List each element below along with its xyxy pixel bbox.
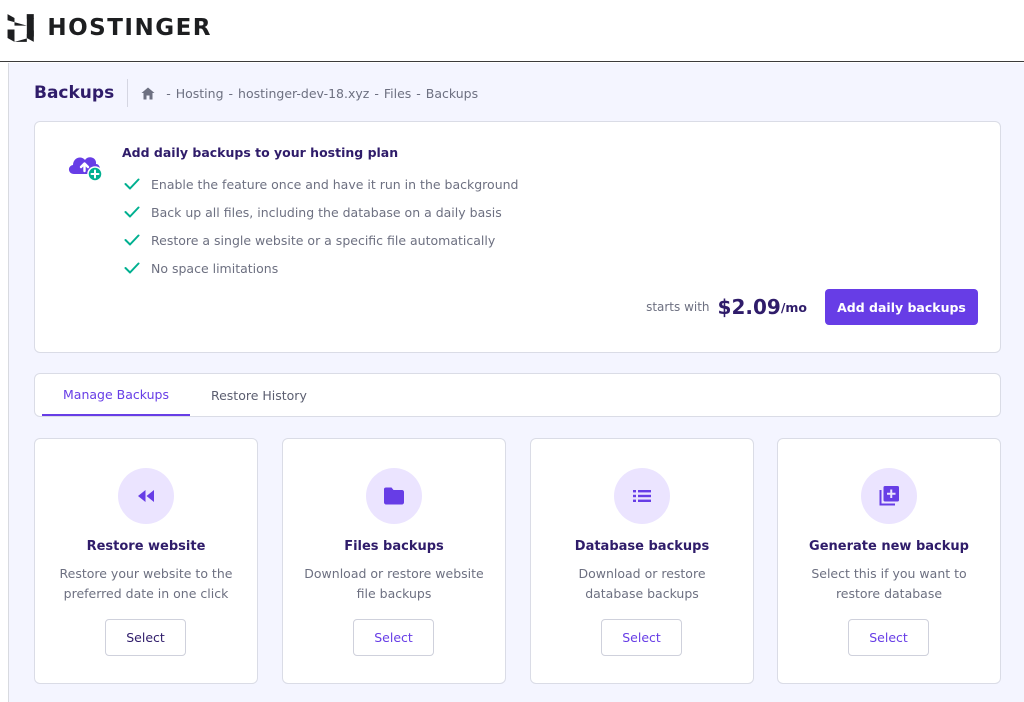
breadcrumb-separator: -: [166, 85, 171, 101]
card-icon-circle: [614, 468, 670, 524]
feature-text: Back up all files, including the databas…: [151, 204, 502, 220]
card-description: Select this if you want to restore datab…: [811, 566, 967, 601]
card-description: Restore your website to the preferred da…: [59, 566, 233, 601]
card-icon-circle: [861, 468, 917, 524]
price-period: /mo: [780, 299, 807, 315]
tab-restore-history[interactable]: Restore History: [190, 374, 328, 416]
breadcrumb-separator: -: [228, 85, 234, 101]
generate-backup-card[interactable]: Generate new backup Select this if you w…: [777, 438, 1001, 684]
restore-website-card[interactable]: Restore website Restore your website to …: [34, 438, 258, 684]
checkmark-icon: [124, 262, 140, 274]
restore-website-select-button[interactable]: Select: [105, 619, 186, 656]
card-title: Restore website: [86, 539, 206, 554]
starts-with-label: starts with: [646, 300, 710, 314]
feature-item: No space limitations: [124, 254, 518, 282]
rewind-icon: [138, 490, 154, 502]
breadcrumb-files[interactable]: Files: [384, 86, 411, 101]
files-backups-select-button[interactable]: Select: [353, 619, 434, 656]
feature-item: Enable the feature once and have it run …: [124, 170, 518, 198]
add-daily-backups-button[interactable]: Add daily backups: [825, 289, 978, 325]
price-amount: $2.09: [717, 295, 781, 319]
backup-tabs: Manage Backups Restore History: [34, 373, 1001, 417]
list-icon: [633, 490, 651, 502]
card-title: Database backups: [574, 539, 710, 554]
card-description: Download or restore database backups: [578, 566, 706, 601]
add-library-icon: [879, 486, 899, 506]
folder-icon: [384, 487, 404, 505]
brand-name: HOSTINGER: [47, 15, 212, 41]
page-title: Backups: [34, 83, 115, 103]
feature-text: No space limitations: [151, 260, 279, 276]
price-area: starts with $2.09 /mo Add daily backups: [646, 289, 978, 325]
checkmark-icon: [124, 178, 140, 190]
files-backups-card[interactable]: Files backups Download or restore websit…: [282, 438, 506, 684]
breadcrumb-separator: -: [416, 85, 421, 101]
page-header: Backups - Hosting - hostinger-dev-18.xyz…: [34, 79, 478, 107]
feature-text: Enable the feature once and have it run …: [151, 176, 519, 192]
database-backups-select-button[interactable]: Select: [601, 619, 682, 656]
promo-title: Add daily backups to your hosting plan: [122, 145, 399, 160]
database-backups-card[interactable]: Database backups Download or restore dat…: [530, 438, 754, 684]
generate-backup-select-button[interactable]: Select: [848, 619, 929, 656]
top-bar: HOSTINGER: [0, 0, 1024, 62]
feature-text: Restore a single website or a specific f…: [151, 232, 496, 248]
checkmark-icon: [124, 206, 140, 218]
checkmark-icon: [124, 234, 140, 246]
tab-manage-backups[interactable]: Manage Backups: [42, 374, 190, 416]
daily-backups-promo: Add daily backups to your hosting plan E…: [34, 121, 1001, 353]
home-icon[interactable]: [141, 87, 155, 100]
hostinger-logo[interactable]: HOSTINGER: [6, 6, 212, 50]
breadcrumb-backups: Backups: [425, 85, 479, 101]
cloud-upload-icon: [68, 157, 103, 182]
feature-item: Restore a single website or a specific f…: [124, 226, 518, 254]
breadcrumb-separator: -: [374, 85, 379, 101]
backup-options: Restore website Restore your website to …: [34, 438, 1001, 684]
main-content: Backups - Hosting - hostinger-dev-18.xyz…: [8, 63, 1024, 702]
card-description: Download or restore website file backups: [304, 566, 484, 601]
card-title: Files backups: [344, 539, 444, 554]
hostinger-logo-icon: [7, 14, 34, 42]
breadcrumb-hosting[interactable]: Hosting: [176, 86, 224, 101]
feature-list: Enable the feature once and have it run …: [124, 170, 518, 282]
feature-item: Back up all files, including the databas…: [124, 198, 518, 226]
breadcrumb: - Hosting - hostinger-dev-18.xyz - Files…: [141, 86, 478, 101]
card-title: Generate new backup: [809, 539, 969, 554]
breadcrumb-domain[interactable]: hostinger-dev-18.xyz: [238, 86, 369, 101]
card-icon-circle: [366, 468, 422, 524]
header-divider: [127, 79, 129, 107]
card-icon-circle: [118, 468, 174, 524]
